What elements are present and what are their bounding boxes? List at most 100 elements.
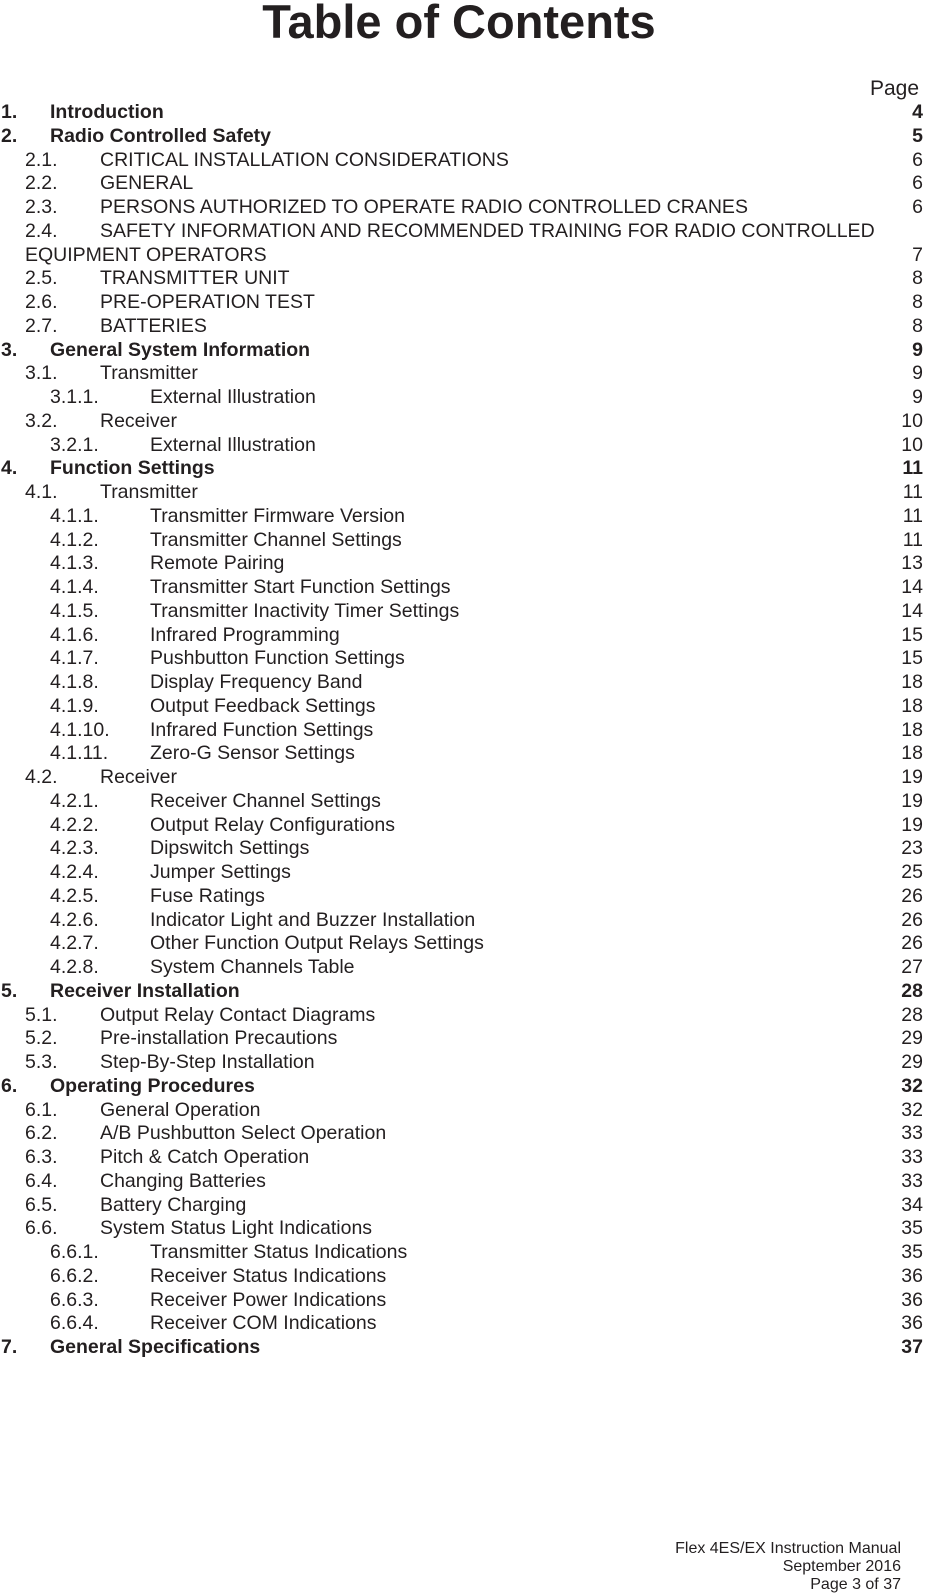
toc-entry-continuation[interactable]: EQUIPMENT OPERATORS 7 <box>0 244 939 268</box>
toc-entry[interactable]: 4.1.5. Transmitter Inactivity Timer Setti… <box>0 600 939 624</box>
toc-entry-title[interactable]: Step-By-Step Installation <box>100 1051 315 1075</box>
toc-entry-title[interactable]: External Illustration <box>150 386 316 410</box>
toc-entry[interactable]: 6. Operating Procedures 32 <box>0 1075 939 1099</box>
toc-entry-title[interactable]: SAFETY INFORMATION AND RECOMMENDED TRAIN… <box>100 220 875 244</box>
toc-entry-page[interactable]: 4 <box>912 101 923 125</box>
toc-entry-page[interactable]: 9 <box>912 386 923 410</box>
toc-entry-title[interactable]: Remote Pairing <box>150 552 284 576</box>
toc-entry[interactable]: 4.2.2. Output Relay Configurations 19 <box>0 814 939 838</box>
toc-entry-page[interactable]: 32 <box>901 1075 923 1099</box>
toc-entry[interactable]: 5.1. Output Relay Contact Diagrams 28 <box>0 1004 939 1028</box>
toc-entry-title[interactable]: System Channels Table <box>150 956 355 980</box>
toc-entry[interactable]: 6.6.2. Receiver Status Indications 36 <box>0 1265 939 1289</box>
toc-entry-title[interactable]: Receiver Channel Settings <box>150 790 381 814</box>
toc-entry-page[interactable]: 10 <box>901 434 923 458</box>
toc-entry[interactable]: 4.2.5. Fuse Ratings 26 <box>0 885 939 909</box>
toc-entry[interactable]: 4.1.11. Zero-G Sensor Settings 18 <box>0 742 939 766</box>
toc-entry-title[interactable]: Infrared Function Settings <box>150 719 373 743</box>
toc-entry-title[interactable]: TRANSMITTER UNIT <box>100 267 290 291</box>
toc-entry-page[interactable]: 8 <box>912 315 923 339</box>
toc-entry-page[interactable]: 6 <box>912 172 923 196</box>
toc-entry[interactable]: 6.6.4. Receiver COM Indications 36 <box>0 1312 939 1336</box>
toc-entry-title[interactable]: Jumper Settings <box>150 861 291 885</box>
toc-entry-page[interactable]: 9 <box>912 362 923 386</box>
toc-entry-page[interactable]: 23 <box>901 837 923 861</box>
toc-entry-page[interactable]: 26 <box>901 885 923 909</box>
toc-entry-title[interactable]: General System Information <box>50 339 310 363</box>
toc-entry[interactable]: 3.2. Receiver 10 <box>0 410 939 434</box>
toc-entry-page[interactable]: 19 <box>901 814 923 838</box>
toc-entry-title[interactable]: Transmitter Channel Settings <box>150 529 402 553</box>
toc-entry-title[interactable]: Receiver <box>100 410 177 434</box>
toc-entry-title[interactable]: GENERAL <box>100 172 193 196</box>
toc-entry-page[interactable]: 15 <box>901 647 923 671</box>
toc-entry-title[interactable]: Battery Charging <box>100 1194 246 1218</box>
toc-entry[interactable]: 6.2. A/B Pushbutton Select Operation 33 <box>0 1122 939 1146</box>
toc-entry-page[interactable]: 11 <box>903 529 923 553</box>
toc-entry[interactable]: 2.2. GENERAL 6 <box>0 172 939 196</box>
toc-entry-page[interactable]: 18 <box>901 742 923 766</box>
toc-entry-title[interactable]: Changing Batteries <box>100 1170 266 1194</box>
toc-entry-title[interactable]: Function Settings <box>50 457 215 481</box>
toc-entry-page[interactable]: 11 <box>903 481 923 505</box>
toc-entry-page[interactable]: 18 <box>901 719 923 743</box>
toc-entry[interactable]: 4.2. Receiver 19 <box>0 766 939 790</box>
toc-entry-page[interactable]: 36 <box>901 1312 923 1336</box>
toc-entry-title[interactable]: A/B Pushbutton Select Operation <box>100 1122 386 1146</box>
toc-entry-page[interactable]: 10 <box>901 410 923 434</box>
toc-entry-page[interactable]: 8 <box>912 267 923 291</box>
toc-entry[interactable]: 4.1.4. Transmitter Start Function Setting… <box>0 576 939 600</box>
toc-entry[interactable]: 6.6.1. Transmitter Status Indications 35 <box>0 1241 939 1265</box>
toc-entry[interactable]: 2.4. SAFETY INFORMATION AND RECOMMENDED T… <box>0 220 939 244</box>
toc-entry[interactable]: 2.7. BATTERIES 8 <box>0 315 939 339</box>
toc-entry[interactable]: 6.6.3. Receiver Power Indications 36 <box>0 1289 939 1313</box>
toc-entry[interactable]: 6.5. Battery Charging 34 <box>0 1194 939 1218</box>
toc-entry[interactable]: 5.2. Pre-installation Precautions 29 <box>0 1027 939 1051</box>
toc-entry-title[interactable]: Other Function Output Relays Settings <box>150 932 484 956</box>
toc-entry-title[interactable]: PRE-OPERATION TEST <box>100 291 315 315</box>
toc-entry-title[interactable]: Output Relay Configurations <box>150 814 395 838</box>
toc-entry-page[interactable]: 11 <box>903 505 923 529</box>
toc-entry-title[interactable]: Output Relay Contact Diagrams <box>100 1004 375 1028</box>
toc-entry-page[interactable]: 18 <box>901 671 923 695</box>
toc-entry-page[interactable]: 34 <box>901 1194 923 1218</box>
toc-entry[interactable]: 6.4. Changing Batteries 33 <box>0 1170 939 1194</box>
toc-entry-page[interactable]: 28 <box>901 980 923 1004</box>
toc-entry[interactable]: 4.1.10. Infrared Function Settings 18 <box>0 719 939 743</box>
toc-entry-page[interactable]: 25 <box>901 861 923 885</box>
toc-entry-page[interactable]: 29 <box>901 1051 923 1075</box>
toc-entry-page[interactable]: 11 <box>902 457 923 481</box>
toc-entry-title[interactable]: BATTERIES <box>100 315 207 339</box>
toc-entry-page[interactable]: 33 <box>901 1146 923 1170</box>
toc-entry-page[interactable]: 19 <box>901 790 923 814</box>
toc-entry-title[interactable]: General Specifications <box>50 1336 260 1360</box>
toc-entry-title[interactable]: Dipswitch Settings <box>150 837 309 861</box>
toc-entry[interactable]: 4.1.7. Pushbutton Function Settings 15 <box>0 647 939 671</box>
toc-entry[interactable]: 4.1.9. Output Feedback Settings 18 <box>0 695 939 719</box>
toc-entry-page[interactable]: 14 <box>901 600 923 624</box>
toc-entry-page[interactable]: 37 <box>901 1336 923 1360</box>
toc-entry[interactable]: 3.1. Transmitter 9 <box>0 362 939 386</box>
toc-entry[interactable]: 4.2.8. System Channels Table 27 <box>0 956 939 980</box>
toc-entry-title[interactable]: Receiver COM Indications <box>150 1312 377 1336</box>
toc-entry-page[interactable]: 14 <box>901 576 923 600</box>
toc-entry[interactable]: 5. Receiver Installation 28 <box>0 980 939 1004</box>
toc-entry-page[interactable]: 26 <box>901 909 923 933</box>
toc-entry[interactable]: 2.1. CRITICAL INSTALLATION CONSIDERATIONS… <box>0 149 939 173</box>
toc-entry-title[interactable]: Transmitter <box>100 481 198 505</box>
toc-entry-title[interactable]: Pitch & Catch Operation <box>100 1146 309 1170</box>
toc-entry-title[interactable]: Radio Controlled Safety <box>50 125 271 149</box>
toc-entry[interactable]: 2.3. PERSONS AUTHORIZED TO OPERATE RADIO … <box>0 196 939 220</box>
toc-entry-page[interactable]: 36 <box>901 1265 923 1289</box>
toc-entry-page[interactable]: 13 <box>901 552 923 576</box>
toc-entry-title-continuation[interactable]: EQUIPMENT OPERATORS <box>25 244 267 268</box>
toc-entry-title[interactable]: Transmitter Start Function Settings <box>150 576 451 600</box>
toc-entry[interactable]: 2.5. TRANSMITTER UNIT 8 <box>0 267 939 291</box>
toc-entry-title[interactable]: Transmitter Firmware Version <box>150 505 405 529</box>
toc-entry-title[interactable]: Zero-G Sensor Settings <box>150 742 355 766</box>
toc-entry-page[interactable]: 15 <box>901 624 923 648</box>
toc-entry-page[interactable]: 35 <box>901 1217 923 1241</box>
toc-entry[interactable]: 4.1.2. Transmitter Channel Settings 11 <box>0 529 939 553</box>
toc-entry-page[interactable]: 29 <box>901 1027 923 1051</box>
toc-entry-page[interactable]: 6 <box>912 149 923 173</box>
